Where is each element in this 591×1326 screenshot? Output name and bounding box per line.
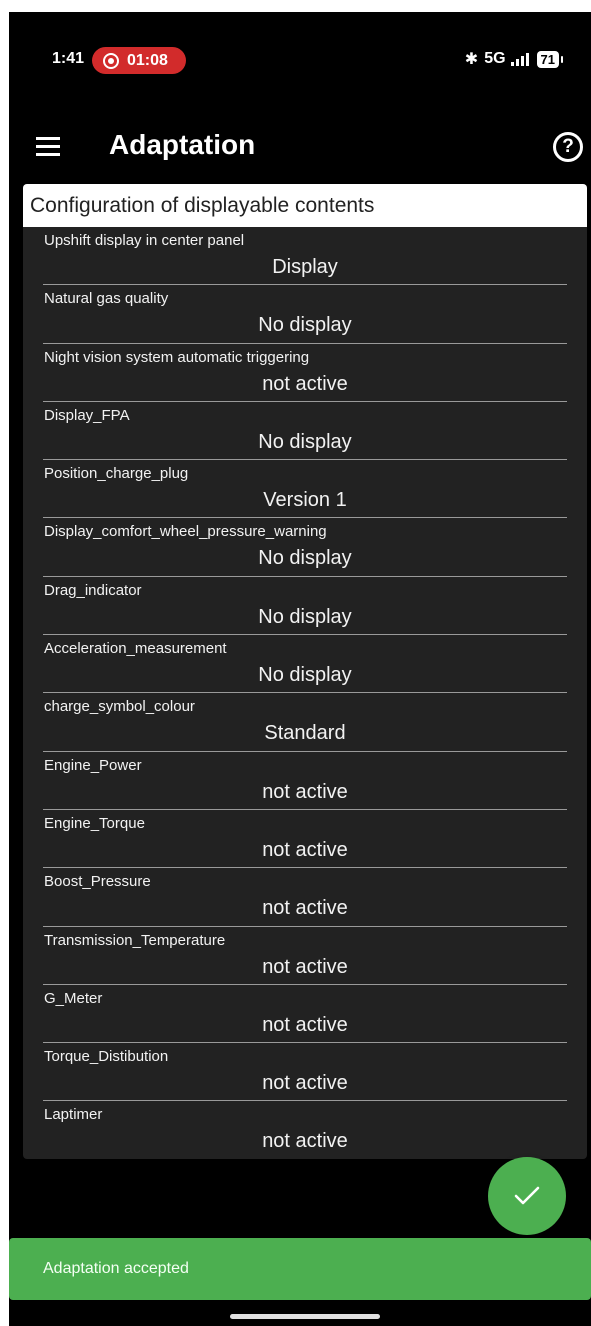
setting-label: G_Meter — [44, 989, 103, 1007]
setting-row[interactable]: Position_charge_plug Version 1 — [43, 460, 567, 519]
setting-label: Engine_Power — [44, 756, 142, 774]
setting-value[interactable]: No display — [43, 606, 567, 629]
status-time: 1:41 — [52, 50, 85, 67]
setting-label: Position_charge_plug — [44, 465, 189, 483]
setting-value[interactable]: Version 1 — [43, 489, 567, 512]
setting-value[interactable]: No display — [43, 314, 567, 337]
screen-recording-indicator[interactable]: 01:08 — [92, 47, 186, 74]
network-type: 5G — [484, 50, 506, 67]
bluetooth-icon: ✱ — [464, 51, 479, 68]
setting-row[interactable]: Engine_Torquenot active — [43, 810, 567, 869]
setting-row[interactable]: charge_symbol_colour Standard — [43, 693, 567, 752]
setting-value[interactable]: not active — [43, 956, 567, 979]
setting-value[interactable]: not active — [43, 1014, 567, 1037]
setting-label: Acceleration_measurement — [44, 640, 227, 658]
setting-row[interactable]: G_Meternot active — [43, 985, 567, 1044]
setting-value[interactable]: not active — [43, 839, 567, 862]
setting-value[interactable]: No display — [43, 547, 567, 570]
setting-value[interactable]: not active — [43, 1072, 567, 1095]
home-indicator[interactable] — [230, 1314, 380, 1319]
setting-label: Display_comfort_wheel_pressure_warning — [44, 523, 327, 541]
setting-label: Engine_Torque — [44, 814, 145, 832]
menu-icon[interactable] — [36, 137, 60, 156]
setting-label: Display_FPA — [44, 406, 130, 424]
setting-row[interactable]: Night vision system automatic triggering… — [43, 344, 567, 402]
setting-row[interactable]: Natural gas quality No display — [43, 285, 567, 344]
setting-value[interactable]: Display — [43, 256, 567, 279]
setting-value[interactable]: No display — [43, 664, 567, 687]
confirm-button[interactable] — [488, 1157, 566, 1235]
setting-value[interactable]: not active — [43, 373, 567, 396]
setting-label: charge_symbol_colour — [44, 698, 195, 716]
setting-row[interactable]: Display_comfort_wheel_pressure_warning No… — [43, 518, 567, 577]
setting-label: Drag_indicator — [44, 581, 142, 599]
signal-icon — [510, 52, 531, 66]
setting-row[interactable]: Display_FPA No display — [43, 402, 567, 461]
setting-row[interactable]: Drag_indicator No display — [43, 577, 567, 636]
checkmark-icon — [514, 1186, 540, 1205]
page-title: Adaptation — [109, 129, 256, 160]
setting-row[interactable]: Boost_Pressurenot active — [43, 868, 567, 927]
setting-row[interactable]: Acceleration_measurement No display — [43, 635, 567, 694]
setting-row[interactable]: Laptimer not active — [43, 1101, 567, 1159]
recording-timer: 01:08 — [127, 51, 168, 69]
setting-label: Transmission_Temperature — [44, 931, 226, 949]
setting-row[interactable]: Upshift display in center panel Display — [43, 227, 567, 286]
setting-value[interactable]: not active — [43, 897, 567, 920]
snackbar-message: Adaptation accepted — [43, 1260, 189, 1277]
recording-icon — [103, 52, 119, 69]
setting-row[interactable]: Torque_Distibutionnot active — [43, 1043, 567, 1102]
setting-value[interactable]: not active — [43, 781, 567, 804]
setting-label: Natural gas quality — [44, 290, 169, 308]
setting-value[interactable]: No display — [43, 431, 567, 454]
setting-label: Boost_Pressure — [44, 873, 151, 891]
help-icon[interactable]: ? — [553, 132, 583, 162]
status-icons: ✱ 5G 71 — [464, 49, 564, 69]
snackbar: Adaptation accepted — [9, 1238, 591, 1300]
battery-icon: 71 — [536, 50, 564, 68]
status-bar: 1:41 01:08 ✱ 5G 71 — [9, 12, 591, 92]
phone-screen: 1:41 01:08 ✱ 5G 71 Adaptation ? Configur… — [9, 12, 591, 1326]
configuration-panel: Configuration of displayable contents Up… — [23, 184, 587, 1159]
setting-row[interactable]: Transmission_Temperaturenot active — [43, 927, 567, 985]
setting-label: Night vision system automatic triggering — [44, 348, 310, 366]
panel-header: Configuration of displayable contents — [23, 184, 587, 227]
setting-value[interactable]: not active — [43, 1130, 567, 1153]
setting-row[interactable]: Engine_Powernot active — [43, 752, 567, 810]
settings-list: Upshift display in center panel Display Na… — [23, 227, 587, 1159]
setting-label: Torque_Distibution — [44, 1048, 169, 1066]
setting-label: Upshift display in center panel — [44, 232, 245, 249]
setting-value[interactable]: Standard — [43, 722, 567, 745]
setting-label: Laptimer — [44, 1106, 103, 1124]
